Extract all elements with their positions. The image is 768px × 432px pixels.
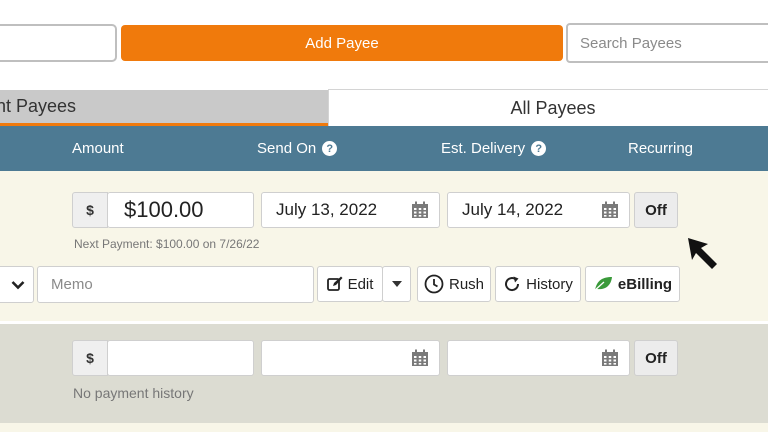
col-est-delivery: Est. Delivery ? [441,126,547,171]
cursor-arrow-icon [688,238,717,269]
payee-row: $ $100.00 July 13, 2022 July 14, 2022 Of… [0,171,768,321]
payee-row: $ Off No payment history [0,324,768,423]
col-est-delivery-label: Est. Delivery [441,140,526,157]
currency-symbol: $ [72,192,108,228]
edit-label: Edit [347,275,374,293]
recurring-off-toggle[interactable]: Off [634,192,678,228]
rush-button[interactable]: Rush [417,266,491,302]
memo-placeholder: Memo [51,276,93,293]
chevron-down-icon [11,280,25,289]
calendar-icon[interactable] [411,349,429,367]
col-send-on-label: Send On [257,140,317,157]
amount-input[interactable] [107,340,254,376]
question-icon[interactable]: ? [322,141,338,156]
calendar-icon[interactable] [601,349,619,367]
search-payees-input[interactable]: Search Payees [566,23,768,63]
next-payment-note: Next Payment: $100.00 on 7/26/22 [74,237,260,251]
question-icon[interactable]: ? [531,141,547,156]
rush-label: Rush [448,275,485,293]
tab-frequent-label: ent Payees [0,96,77,116]
payee-select-box[interactable] [0,24,117,62]
payee-row [0,423,768,432]
edit-dropdown-button[interactable] [382,266,411,302]
send-on-date-input[interactable]: July 13, 2022 [261,192,440,228]
history-label: History [526,275,573,293]
col-amount-label: Amount [72,140,124,157]
calendar-icon[interactable] [411,201,429,219]
ebilling-button[interactable]: eBilling [585,266,680,302]
leaf-icon [593,277,612,292]
add-payee-button[interactable]: Add Payee [121,25,563,61]
send-on-date-input[interactable] [261,340,440,376]
col-amount: Amount [72,126,124,171]
est-delivery-date-input[interactable] [447,340,630,376]
col-send-on: Send On ? [257,126,338,171]
calendar-icon[interactable] [601,201,619,219]
refresh-icon [505,276,520,292]
est-delivery-value: July 14, 2022 [462,200,564,219]
category-select[interactable] [0,266,34,303]
clock-icon [424,274,444,294]
table-header: Amount Send On ? Est. Delivery ? Recurri… [0,126,768,171]
ebilling-label: eBilling [617,275,673,293]
tab-all-payees[interactable]: All Payees [328,89,768,126]
tab-all-label: All Payees [510,97,596,118]
col-recurring: Recurring [628,126,693,171]
edit-button[interactable]: Edit [317,266,383,302]
amount-input[interactable]: $100.00 [107,192,254,228]
history-button[interactable]: History [495,266,581,302]
currency-symbol: $ [72,340,108,376]
recurring-off-toggle[interactable]: Off [634,340,678,376]
est-delivery-date-input[interactable]: July 14, 2022 [447,192,630,228]
search-placeholder: Search Payees [580,34,682,52]
no-history-note: No payment history [73,385,194,401]
edit-icon [326,276,343,291]
send-on-value: July 13, 2022 [276,200,378,219]
memo-input[interactable]: Memo [37,266,314,303]
tab-frequent-payees[interactable]: ent Payees [0,90,328,126]
col-recurring-label: Recurring [628,140,694,157]
caret-down-icon [391,281,402,287]
